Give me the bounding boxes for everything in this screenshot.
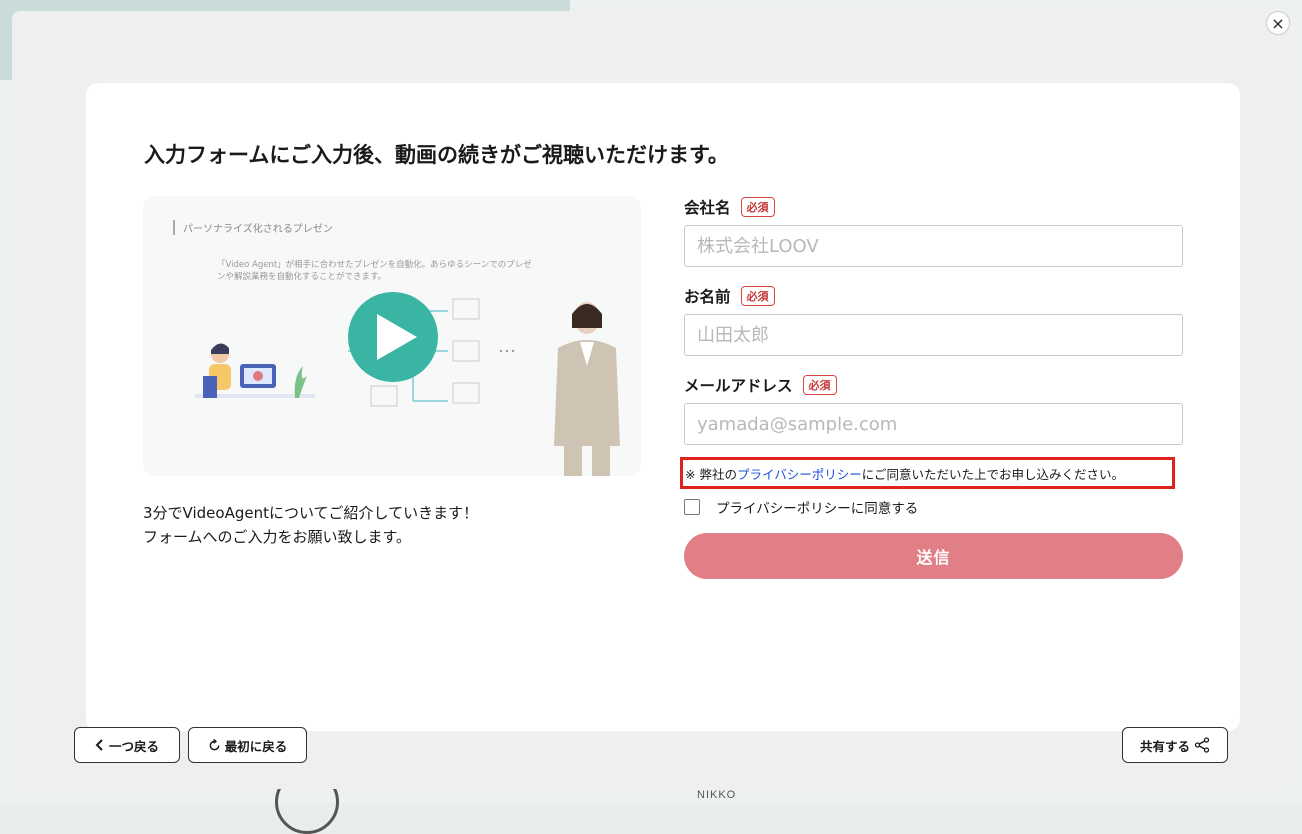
company-label: 会社名 <box>684 199 731 217</box>
share-button-label: 共有する <box>1139 738 1190 754</box>
close-icon: × <box>1271 13 1285 33</box>
back-button[interactable]: 一つ戻る <box>74 727 180 763</box>
play-button[interactable] <box>348 292 438 382</box>
submit-button[interactable]: 送信 <box>684 533 1183 579</box>
privacy-note: ※ 弊社の プライバシーポリシー にご同意いただいた上でお申し込みください。 <box>680 457 1175 489</box>
intro-line: フォームへのご入力をお願い致します。 <box>143 528 412 546</box>
restart-button[interactable]: 最初に戻る <box>188 727 307 763</box>
back-button-label: 一つ戻る <box>108 738 159 754</box>
person-at-desk-illustration <box>195 343 315 398</box>
lead-form: 会社名 必須 お名前 必須 メールアドレス 必須 ※ 弊社のプライバシーポリシー… <box>680 195 1183 579</box>
required-badge: 必須 <box>740 286 775 306</box>
restart-button-label: 最初に戻る <box>224 738 288 754</box>
page-title: 入力フォームにご入力後、動画の続きがご視聴いただけます。 <box>144 143 729 167</box>
company-label-row: 会社名 必須 <box>684 195 1183 219</box>
privacy-agree-checkbox[interactable] <box>684 499 700 515</box>
background-logo-nikko: NIKKO <box>697 789 737 801</box>
privacy-note-prefix: ※ 弊社の <box>685 466 737 482</box>
video-preview[interactable]: パーソナライズ化されるプレゼン 「Video Agent」が相手に合わせたプレゼ… <box>143 196 641 476</box>
share-button[interactable]: 共有する <box>1122 727 1228 763</box>
privacy-policy-link[interactable]: プライバシーポリシー <box>737 464 862 483</box>
name-input[interactable] <box>684 314 1183 356</box>
email-label-row: メールアドレス 必須 <box>684 373 1183 397</box>
privacy-agree-label[interactable]: プライバシーポリシーに同意する <box>716 497 918 517</box>
chevron-left-icon <box>95 739 105 751</box>
required-badge: 必須 <box>740 197 775 217</box>
intro-text: 3分でVideoAgentについてご紹介していきます！ フォームへのご入力をお願… <box>143 501 478 549</box>
modal: 入力フォームにご入力後、動画の続きがご視聴いただけます。 パーソナライズ化される… <box>12 11 1290 789</box>
video-slide-description: 「Video Agent」が相手に合わせたプレゼンを自動化。あらゆるシーンでのプ… <box>217 260 532 283</box>
name-label: お名前 <box>684 288 731 306</box>
privacy-note-suffix: にご同意いただいた上でお申し込みください。 <box>861 466 1124 482</box>
intro-line: 3分でVideoAgentについてご紹介していきます！ <box>143 504 479 522</box>
name-label-row: お名前 必須 <box>684 284 1183 308</box>
restart-icon <box>208 738 221 752</box>
share-icon <box>1194 737 1210 753</box>
privacy-agree-row[interactable]: プライバシーポリシーに同意する <box>684 497 918 517</box>
play-icon <box>377 314 417 360</box>
email-input[interactable] <box>684 403 1183 445</box>
presenter-figure <box>554 302 620 476</box>
form-card: 入力フォームにご入力後、動画の続きがご視聴いただけます。 パーソナライズ化される… <box>86 83 1240 731</box>
video-slide-title: パーソナライズ化されるプレゼン <box>173 220 333 235</box>
company-input[interactable] <box>684 225 1183 267</box>
required-badge: 必須 <box>802 375 837 395</box>
email-label: メールアドレス <box>684 377 793 395</box>
close-button[interactable]: × <box>1266 11 1290 35</box>
